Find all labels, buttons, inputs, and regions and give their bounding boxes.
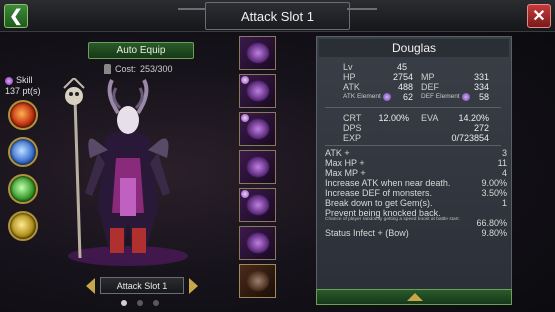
equipment-slot-accessory-2[interactable]: [239, 188, 276, 222]
list-item: Status Infect + (Bow) 9.80%: [325, 228, 507, 238]
top-bar: ❮ Attack Slot 1 ✕: [0, 0, 555, 32]
cost-display: Cost: 253/300: [104, 64, 173, 74]
accessory-icon: [246, 156, 270, 178]
chevron-up-icon: [407, 293, 423, 301]
bonus-label: Max HP +: [325, 158, 365, 168]
cost-icon: [104, 64, 111, 74]
list-item: Increase ATK when near death. 9.00%: [325, 178, 507, 188]
lightning-skill-icon[interactable]: [8, 137, 38, 167]
mp-label: MP: [421, 72, 435, 82]
eva-value: 14.20%: [458, 113, 489, 123]
mp-value: 331: [473, 72, 489, 82]
list-item: Max MP + 4: [325, 168, 507, 178]
fire-skill-icon[interactable]: [8, 100, 38, 130]
equipment-slot-weapon[interactable]: [239, 36, 276, 70]
list-item: Break down to get Gem(s). 1: [325, 198, 507, 208]
atk-value: 488: [397, 82, 413, 92]
atk-element-label: ATK Element: [343, 93, 381, 100]
skill-label: Skill: [16, 75, 33, 85]
bonus-label: Break down to get Gem(s).: [325, 198, 433, 208]
def-element-label: DEF Element: [421, 93, 460, 100]
lv-label: Lv: [343, 62, 353, 72]
equipment-slot-armor[interactable]: [239, 112, 276, 146]
title-ornament-left: [178, 8, 208, 22]
next-slot-arrow-icon[interactable]: [189, 278, 198, 294]
bonus-label: Max MP +: [325, 168, 366, 178]
expand-panel-button[interactable]: [316, 289, 512, 305]
bonus-note: Chance of player randomly getting a spee…: [325, 217, 460, 222]
list-item: Chance of player randomly getting a spee…: [325, 217, 507, 228]
skill-gem-icon: [5, 76, 13, 85]
equipment-slot-companion[interactable]: [239, 264, 276, 298]
lv-value: 45: [396, 62, 407, 72]
bonus-value: 11: [497, 158, 507, 168]
eva-label: EVA: [421, 113, 439, 123]
cost-label: Cost:: [115, 64, 137, 74]
crt-value: 12.00%: [378, 113, 409, 123]
def-element-icon: [461, 93, 470, 101]
cost-value: 253/300: [140, 64, 173, 74]
bonus-value: 9.80%: [481, 228, 507, 238]
bonus-label: Status Infect + (Bow): [325, 228, 409, 238]
accessory-icon: [246, 194, 270, 216]
dps-value: 272: [473, 123, 489, 133]
auto-equip-button[interactable]: Auto Equip: [88, 42, 194, 59]
nature-skill-icon[interactable]: [8, 174, 38, 204]
skill-points-value: 137 pt(s): [5, 86, 41, 96]
page-indicator: [121, 300, 159, 306]
hp-value: 2754: [392, 72, 413, 82]
bonus-value: 3: [501, 148, 507, 158]
equipment-slot-gloves[interactable]: [239, 226, 276, 260]
def-element-value: 58: [478, 92, 489, 102]
divider: [325, 107, 501, 108]
page-title: Attack Slot 1: [205, 2, 350, 30]
back-arrow-icon: ❮: [9, 8, 23, 25]
list-item: Max HP + 11: [325, 158, 507, 168]
bonus-label: ATK +: [325, 148, 350, 158]
def-value: 334: [473, 82, 489, 92]
close-button[interactable]: ✕: [527, 4, 551, 28]
equipment-slot-accessory[interactable]: [239, 150, 276, 184]
atk-element-value: 62: [402, 92, 413, 102]
divider: [325, 145, 501, 146]
bonus-value: 1: [501, 198, 507, 208]
companion-icon: [246, 270, 270, 292]
sprint-skill-icon[interactable]: [8, 211, 38, 241]
title-ornament-right: [347, 8, 377, 22]
bonus-value: 9.00%: [481, 178, 507, 188]
previous-slot-arrow-icon[interactable]: [86, 278, 95, 294]
list-item: Increase DEF of monsters. 3.50%: [325, 188, 507, 198]
bonus-list: ATK + 3 Max HP + 11 Max MP + 4 Increase …: [325, 148, 507, 238]
list-item: ATK + 3: [325, 148, 507, 158]
character-name: Douglas: [319, 39, 509, 57]
armor-icon: [246, 80, 270, 102]
slot-selector: Attack Slot 1: [86, 277, 198, 295]
atk-element-icon: [382, 93, 391, 101]
exp-value: 0/723854: [451, 133, 489, 143]
equipment-slot-helmet[interactable]: [239, 74, 276, 108]
atk-label: ATK: [343, 82, 360, 92]
hp-label: HP: [343, 72, 356, 82]
page-dot[interactable]: [121, 300, 127, 306]
page-dot[interactable]: [153, 300, 159, 306]
gloves-icon: [246, 232, 270, 254]
bonus-value: 3.50%: [481, 188, 507, 198]
bonus-label: Increase ATK when near death.: [325, 178, 451, 188]
dps-label: DPS: [343, 123, 362, 133]
weapon-icon: [246, 42, 270, 64]
back-button[interactable]: ❮: [4, 4, 28, 28]
bonus-label: Increase DEF of monsters.: [325, 188, 433, 198]
armor-icon: [246, 118, 270, 140]
bonus-value: 66.80%: [476, 218, 507, 228]
hero-character-portrait: [63, 78, 188, 266]
crt-label: CRT: [343, 113, 362, 123]
exp-label: EXP: [343, 133, 362, 143]
skill-points: Skill 137 pt(s): [5, 75, 41, 97]
slot-name-label: Attack Slot 1: [100, 277, 184, 294]
close-icon: ✕: [532, 8, 546, 25]
stats-panel: Douglas Lv 45 HP 2754 MP 331 ATK 488 DEF…: [316, 36, 512, 290]
def-label: DEF: [421, 82, 439, 92]
page-dot[interactable]: [137, 300, 143, 306]
bonus-value: 4: [501, 168, 507, 178]
